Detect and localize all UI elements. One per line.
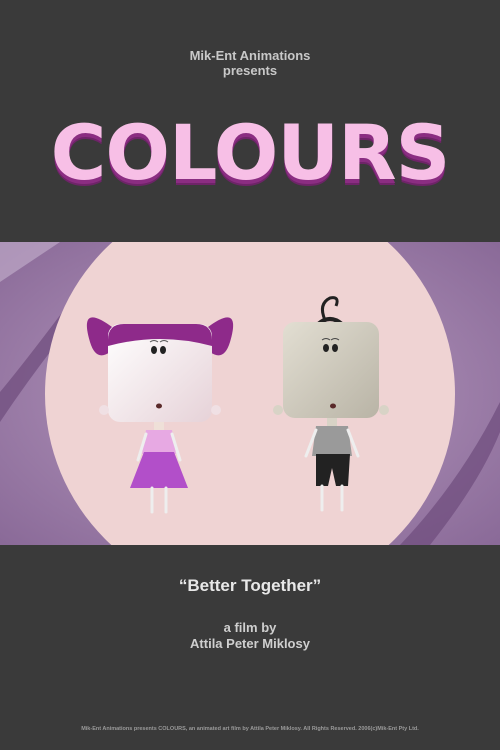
boy-left-hand bbox=[273, 405, 283, 415]
director-credit: a film by Attila Peter Miklosy bbox=[0, 620, 500, 652]
boy-left-eye bbox=[323, 344, 329, 352]
girl-right-eye bbox=[160, 346, 166, 354]
girl-left-hand bbox=[99, 405, 109, 415]
boy-shirt bbox=[312, 426, 352, 456]
presenter-name: Mik-Ent Animations bbox=[189, 48, 311, 63]
girl-mouth bbox=[156, 403, 162, 409]
boy-head bbox=[283, 322, 379, 418]
spotlight-circle bbox=[45, 242, 455, 545]
director-name: Attila Peter Miklosy bbox=[190, 636, 310, 651]
boy-mouth bbox=[330, 403, 336, 409]
poster-artwork bbox=[0, 242, 500, 545]
girl-right-hand bbox=[211, 405, 221, 415]
copyright-footer: Mik-Ent Animations presents COLOURS, an … bbox=[81, 726, 419, 732]
credit-label: a film by bbox=[223, 620, 277, 635]
boy-right-eye bbox=[332, 344, 338, 352]
tagline: “Better Together” bbox=[178, 576, 322, 595]
presenter-presents: presents bbox=[222, 63, 278, 78]
boy-right-hand bbox=[379, 405, 389, 415]
film-title: COLOURS bbox=[50, 108, 451, 197]
artwork-illustration bbox=[0, 242, 500, 545]
title-block: COLOURS bbox=[0, 108, 500, 198]
presenter-credit: Mik-Ent Animations presents bbox=[0, 48, 500, 78]
girl-left-eye bbox=[151, 346, 157, 354]
